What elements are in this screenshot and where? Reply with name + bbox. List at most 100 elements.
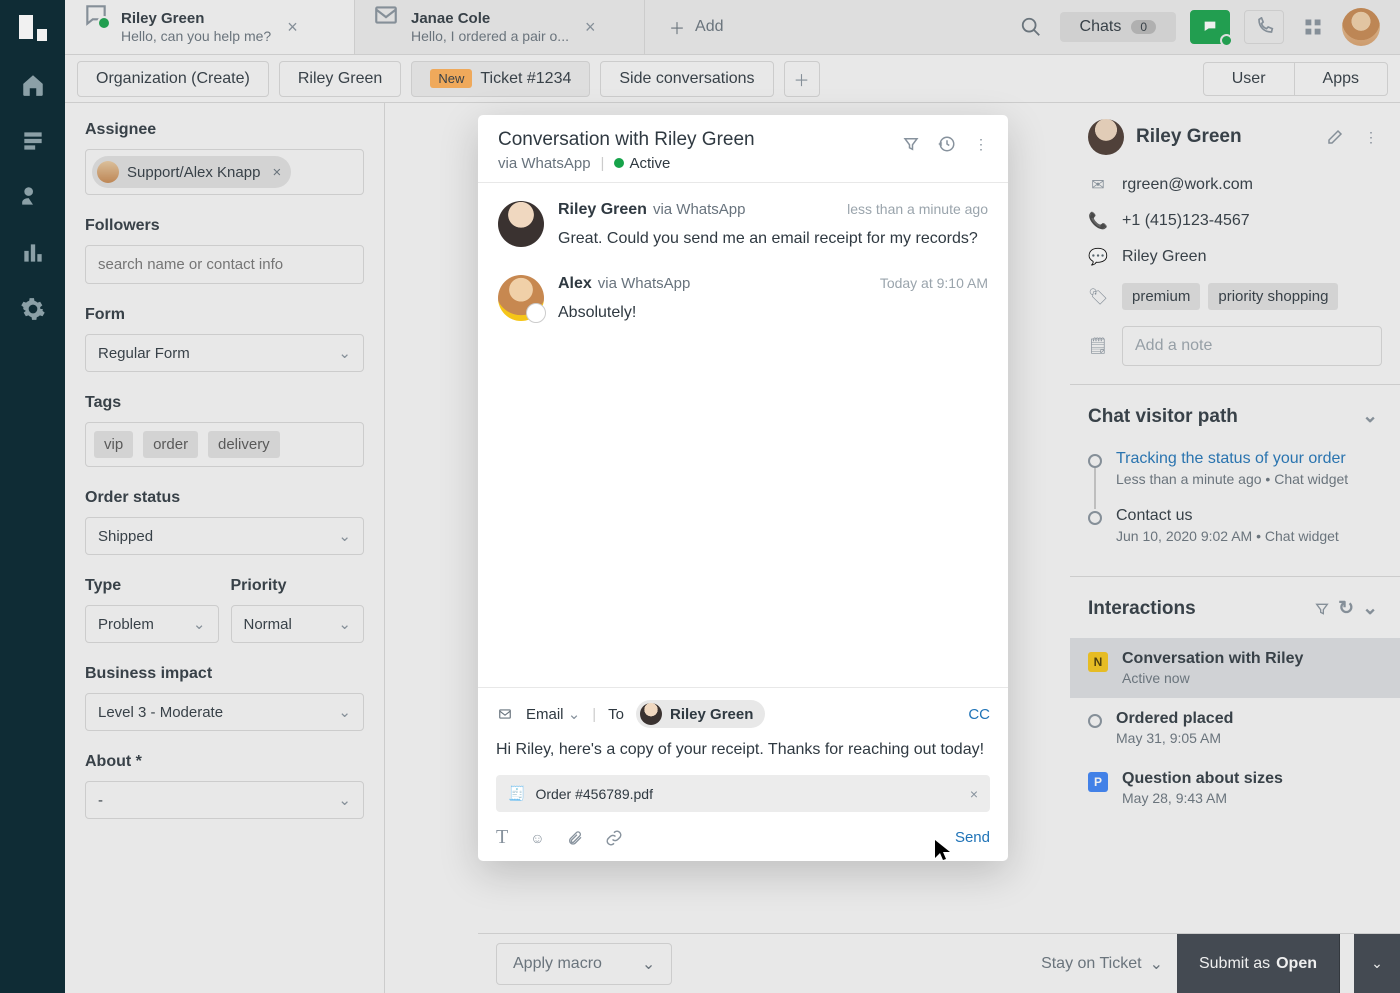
message-avatar [498, 201, 544, 247]
interaction-item[interactable]: N Conversation with RileyActive now [1070, 638, 1400, 698]
message-text: Great. Could you send me an email receip… [558, 227, 988, 251]
assignee-chip[interactable]: Support/Alex Knapp× [92, 156, 291, 188]
chevron-down-icon: ⌄ [338, 703, 351, 721]
send-button[interactable]: Send [955, 829, 990, 846]
toggle-apps[interactable]: Apps [1295, 63, 1387, 95]
biz-label: Business impact [85, 665, 364, 683]
composer-body[interactable]: Hi Riley, here's a copy of your receipt.… [496, 738, 990, 763]
timeline-dot [1088, 454, 1102, 468]
chats-button[interactable]: Chats0 [1060, 12, 1176, 42]
add-tab[interactable]: ＋ Add [645, 0, 747, 54]
status-badge: N [1088, 652, 1108, 672]
chat-icon [83, 2, 109, 28]
submit-button[interactable]: Submit as Open [1177, 934, 1340, 993]
customers-icon[interactable] [19, 183, 47, 211]
order-status-select[interactable]: Shipped⌄ [85, 517, 364, 555]
message-composer: Email ⌄ | To Riley Green CC Hi Riley, he… [478, 687, 1008, 861]
form-select[interactable]: Regular Form⌄ [85, 334, 364, 372]
type-select[interactable]: Problem⌄ [85, 605, 219, 643]
customer-panel: Riley Green ⋮ ✉rgreen@work.com 📞+1 (415)… [1070, 103, 1400, 993]
attachment: 🧾 Order #456789.pdf × [496, 775, 990, 812]
followers-input[interactable] [85, 245, 364, 284]
message-avatar [498, 275, 544, 321]
filter-icon[interactable] [1310, 597, 1334, 621]
email-icon: ✉ [1088, 175, 1108, 195]
reports-icon[interactable] [19, 239, 47, 267]
chevron-down-icon[interactable]: ⌄ [1358, 401, 1382, 432]
chevron-down-icon: ⌄ [1150, 954, 1163, 974]
toggle-user[interactable]: User [1204, 63, 1295, 95]
emoji-icon[interactable]: ☺ [530, 830, 544, 846]
more-icon[interactable]: ⋮ [1360, 125, 1382, 150]
chevron-down-icon: ⌄ [338, 615, 351, 633]
biz-select[interactable]: Level 3 - Moderate⌄ [85, 693, 364, 731]
chat-status-icon[interactable] [1190, 10, 1230, 44]
tab-subtitle: Hello, I ordered a pair o... [411, 28, 569, 44]
tab-title: Janae Cole [411, 10, 569, 28]
subtab-org[interactable]: Organization (Create) [77, 61, 269, 97]
submit-dropdown[interactable]: ⌄ [1354, 934, 1400, 993]
tab-janae[interactable]: Janae Cole Hello, I ordered a pair o... … [355, 0, 645, 54]
macro-select[interactable]: Apply macro⌄ [496, 943, 672, 985]
history-icon[interactable] [938, 135, 956, 153]
more-icon[interactable]: ⋮ [974, 136, 988, 153]
tag[interactable]: vip [94, 431, 133, 458]
chevron-down-icon: ⌄ [642, 954, 655, 974]
chevron-down-icon: ⌄ [338, 527, 351, 545]
email-icon [496, 707, 514, 721]
close-icon[interactable]: × [283, 13, 302, 42]
home-icon[interactable] [19, 71, 47, 99]
about-select[interactable]: -⌄ [85, 781, 364, 819]
conversation-card: Conversation with Riley Green via WhatsA… [478, 115, 1008, 861]
subtab-add[interactable]: ＋ [784, 61, 820, 97]
chevron-down-icon: ⌄ [338, 791, 351, 809]
search-icon[interactable] [1016, 12, 1046, 42]
tag[interactable]: delivery [208, 431, 280, 458]
timeline-dot [1088, 714, 1102, 728]
status-dot [614, 158, 624, 168]
edit-icon[interactable] [1322, 124, 1348, 150]
settings-icon[interactable] [19, 295, 47, 323]
format-icon[interactable]: T [496, 826, 508, 849]
context-toggle: User Apps [1203, 62, 1388, 96]
remove-attachment-icon[interactable]: × [970, 786, 978, 802]
interaction-item[interactable]: Ordered placedMay 31, 9:05 AM [1070, 698, 1400, 758]
close-icon[interactable]: × [581, 13, 600, 42]
subtab-ticket[interactable]: New Ticket #1234 [411, 61, 590, 97]
chevron-down-icon: ⌄ [338, 344, 351, 362]
channel-select[interactable]: Email ⌄ [526, 705, 580, 723]
order-status-label: Order status [85, 489, 364, 507]
customer-whatsapp: Riley Green [1122, 248, 1206, 266]
filter-icon[interactable] [902, 135, 920, 153]
tab-title: Riley Green [121, 10, 271, 28]
stay-on-ticket[interactable]: Stay on Ticket⌄ [1041, 954, 1163, 974]
email-icon [373, 2, 399, 28]
recipient-pill[interactable]: Riley Green [636, 700, 765, 728]
note-icon: 🗒 [1088, 336, 1108, 356]
path-link[interactable]: Tracking the status of your order [1116, 450, 1348, 468]
apps-icon[interactable] [1298, 12, 1328, 42]
refresh-icon[interactable]: ↻ [1334, 593, 1358, 624]
cc-button[interactable]: CC [968, 706, 990, 723]
interaction-item[interactable]: P Question about sizesMay 28, 9:43 AM [1070, 758, 1400, 818]
interactions-title: Interactions [1088, 598, 1310, 620]
chevron-down-icon[interactable]: ⌄ [1358, 593, 1382, 624]
tag-icon: 🏷 [1088, 287, 1108, 307]
phone-icon[interactable] [1244, 10, 1284, 44]
subtab-side[interactable]: Side conversations [600, 61, 773, 97]
tag[interactable]: order [143, 431, 198, 458]
priority-select[interactable]: Normal⌄ [231, 605, 365, 643]
status-badge: P [1088, 772, 1108, 792]
note-input[interactable]: Add a note [1122, 326, 1382, 366]
tab-riley[interactable]: Riley Green Hello, can you help me? × [65, 0, 355, 54]
attach-icon[interactable] [567, 829, 583, 847]
remove-icon[interactable]: × [268, 164, 281, 181]
subtab-person[interactable]: Riley Green [279, 61, 401, 97]
workspace-tabs: Riley Green Hello, can you help me? × Ja… [65, 0, 1400, 55]
link-icon[interactable] [605, 829, 623, 847]
user-avatar[interactable] [1342, 8, 1380, 46]
form-label: Form [85, 306, 364, 324]
views-icon[interactable] [19, 127, 47, 155]
type-label: Type [85, 577, 219, 595]
customer-tag: priority shopping [1208, 283, 1338, 310]
